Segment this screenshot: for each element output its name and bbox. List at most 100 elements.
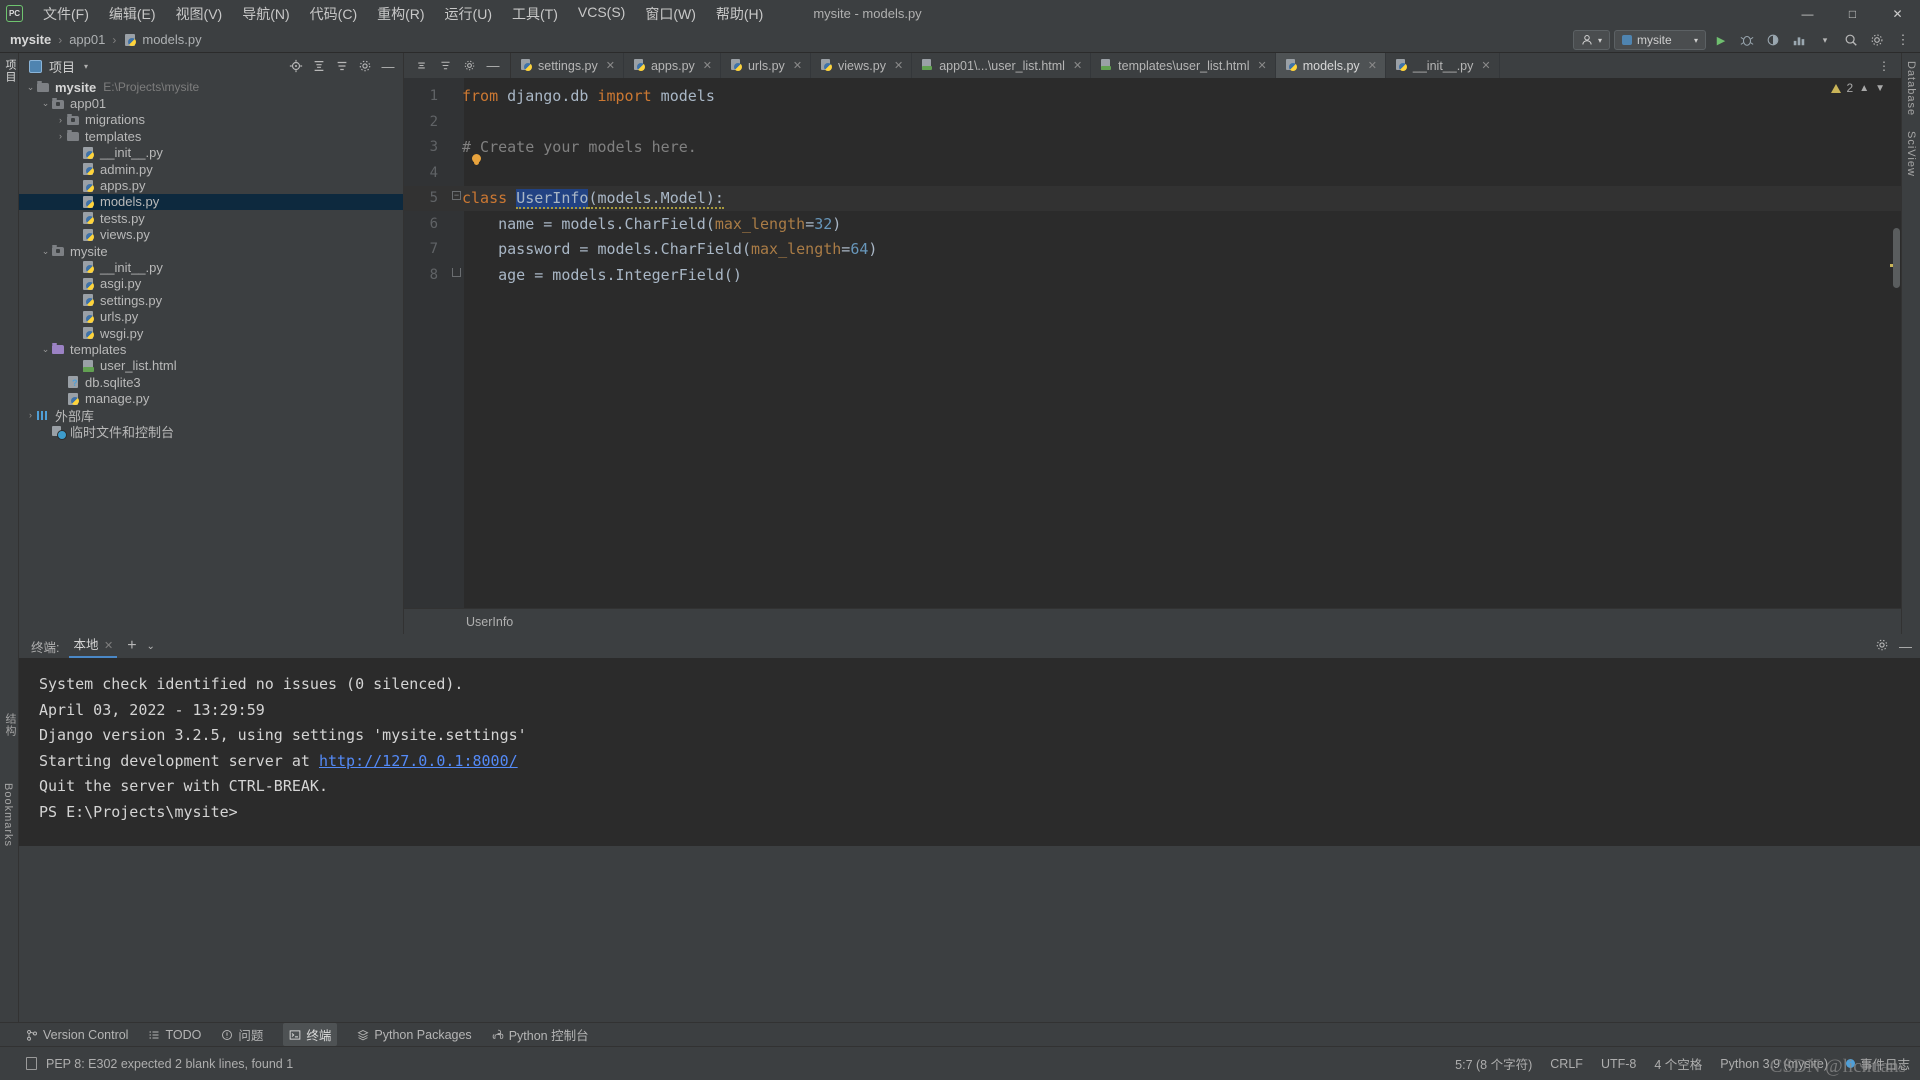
run-configuration-selector[interactable]: mysite ▾ <box>1614 30 1706 50</box>
tree-item-user-list-html[interactable]: user_list.html <box>19 358 403 374</box>
next-problem-icon[interactable]: ▼ <box>1875 83 1885 94</box>
settings-button[interactable] <box>1866 29 1888 51</box>
chevron-down-icon[interactable]: ⌄ <box>147 641 155 652</box>
more-options-button[interactable]: ⋮ <box>1892 29 1914 51</box>
tree-item-templates[interactable]: ⌄templates <box>19 341 403 357</box>
tool-button-todo[interactable]: TODO <box>148 1028 201 1042</box>
chevron-down-icon[interactable]: ▾ <box>84 62 88 71</box>
tree-item---init---py[interactable]: __init__.py <box>19 259 403 275</box>
editor-tab-templates-user-list-html[interactable]: templates\user_list.html✕ <box>1091 53 1276 78</box>
tree-item-db-sqlite3[interactable]: db.sqlite3 <box>19 374 403 390</box>
tree-item-apps-py[interactable]: apps.py <box>19 177 403 193</box>
maximize-button[interactable]: □ <box>1830 0 1875 27</box>
tree-item-mysite[interactable]: ⌄mysite <box>19 243 403 259</box>
menu-item-10[interactable]: 帮助(H) <box>706 1 773 27</box>
close-icon[interactable]: ✕ <box>703 59 712 72</box>
menu-item-0[interactable]: 文件(F) <box>33 1 99 27</box>
tree-item-admin-py[interactable]: admin.py <box>19 161 403 177</box>
tree-item-manage-py[interactable]: manage.py <box>19 390 403 406</box>
tree-item-models-py[interactable]: models.py <box>19 194 403 210</box>
chevron-down-icon[interactable]: ⌄ <box>40 344 51 355</box>
breadcrumb-item-1[interactable]: app01 <box>69 32 105 47</box>
tree-item-mysite[interactable]: ⌄mysiteE:\Projects\mysite <box>19 79 403 95</box>
chevron-right-icon[interactable]: › <box>55 131 66 141</box>
strip-label-bookmarks[interactable]: Bookmarks <box>2 783 14 847</box>
hide-panel-button[interactable]: — <box>377 55 399 77</box>
close-button[interactable]: ✕ <box>1875 0 1920 27</box>
prev-problem-icon[interactable]: ▲ <box>1859 83 1869 94</box>
close-icon[interactable]: ✕ <box>1368 59 1377 72</box>
user-account-button[interactable]: ▾ <box>1573 30 1610 50</box>
editor-tab-apps-py[interactable]: apps.py✕ <box>624 53 721 78</box>
editor-tab-models-py[interactable]: models.py✕ <box>1276 53 1386 78</box>
tool-button-version-control[interactable]: Version Control <box>26 1028 128 1042</box>
run-button[interactable]: ▶ <box>1710 29 1732 51</box>
search-everywhere-button[interactable] <box>1840 29 1862 51</box>
editor-more-button[interactable]: ⋮ <box>1873 55 1895 77</box>
new-terminal-button[interactable]: + <box>127 638 136 654</box>
strip-label-project[interactable]: 项目 <box>2 59 18 83</box>
menu-item-7[interactable]: 工具(T) <box>502 1 568 27</box>
scroll-from-source-button[interactable] <box>285 55 307 77</box>
code-editor[interactable]: 1from django.db import models23# Create … <box>404 78 1901 608</box>
file-encoding[interactable]: UTF-8 <box>1601 1057 1636 1071</box>
editor-tab-views-py[interactable]: views.py✕ <box>811 53 912 78</box>
collapse-all-button[interactable] <box>308 55 330 77</box>
tree-item-app01[interactable]: ⌄app01 <box>19 95 403 111</box>
menu-item-3[interactable]: 导航(N) <box>232 1 299 27</box>
tree-item-views-py[interactable]: views.py <box>19 227 403 243</box>
tree-item-urls-py[interactable]: urls.py <box>19 308 403 324</box>
project-tree[interactable]: ⌄mysiteE:\Projects\mysite⌄app01›migratio… <box>19 79 403 634</box>
caret-position[interactable]: 5:7 (8 个字符) <box>1455 1054 1532 1073</box>
menu-item-8[interactable]: VCS(S) <box>568 1 635 27</box>
tool-button-terminal[interactable]: 终端 <box>283 1023 337 1046</box>
close-icon[interactable]: ✕ <box>1257 59 1266 72</box>
sort-editor-button[interactable] <box>434 55 456 77</box>
terminal-tab-local[interactable]: 本地 ✕ <box>69 634 117 658</box>
inspection-widget[interactable]: 2 ▲ ▼ <box>1831 81 1886 95</box>
editor-settings-button[interactable] <box>458 55 480 77</box>
menu-item-1[interactable]: 编辑(E) <box>99 1 166 27</box>
line-separator[interactable]: CRLF <box>1550 1057 1583 1071</box>
tree-item----[interactable]: ›外部库 <box>19 407 403 423</box>
tree-item-settings-py[interactable]: settings.py <box>19 292 403 308</box>
fold-end-icon[interactable] <box>452 268 461 277</box>
chevron-right-icon[interactable]: › <box>55 115 66 125</box>
breadcrumb-item-0[interactable]: mysite <box>10 32 51 47</box>
fold-collapse-icon[interactable]: − <box>452 191 461 200</box>
menu-item-4[interactable]: 代码(C) <box>300 1 367 27</box>
menu-item-5[interactable]: 重构(R) <box>367 1 434 27</box>
chevron-down-icon[interactable]: ⌄ <box>40 246 51 257</box>
menu-item-6[interactable]: 运行(U) <box>435 1 502 27</box>
indent-setting[interactable]: 4 个空格 <box>1654 1054 1702 1073</box>
tool-button-python-packages[interactable]: Python Packages <box>357 1028 471 1042</box>
tree-item---------[interactable]: 临时文件和控制台 <box>19 423 403 439</box>
terminal-output[interactable]: System check identified no issues (0 sil… <box>19 658 1920 846</box>
tree-item-wsgi-py[interactable]: wsgi.py <box>19 325 403 341</box>
close-icon[interactable]: ✕ <box>1073 59 1082 72</box>
sort-button[interactable] <box>331 55 353 77</box>
tool-button-problems[interactable]: 问题 <box>221 1025 263 1044</box>
debug-button[interactable] <box>1736 29 1758 51</box>
strip-label-structure[interactable]: 结构 <box>2 713 18 737</box>
strip-label-database[interactable]: Database <box>1905 61 1917 116</box>
server-url-link[interactable]: http://127.0.0.1:8000/ <box>319 752 518 770</box>
panel-settings-button[interactable] <box>354 55 376 77</box>
chevron-right-icon[interactable]: › <box>25 410 36 420</box>
menu-item-2[interactable]: 视图(V) <box>166 1 233 27</box>
intention-bulb-icon[interactable] <box>472 154 481 163</box>
editor-tab-urls-py[interactable]: urls.py✕ <box>721 53 811 78</box>
expand-all-editor-button[interactable] <box>410 55 432 77</box>
close-icon[interactable]: ✕ <box>793 59 802 72</box>
close-icon[interactable]: ✕ <box>606 59 615 72</box>
menu-item-9[interactable]: 窗口(W) <box>635 1 706 27</box>
run-with-coverage-button[interactable] <box>1762 29 1784 51</box>
hide-terminal-button[interactable]: — <box>1899 639 1912 654</box>
editor-tab-settings-py[interactable]: settings.py✕ <box>511 53 624 78</box>
terminal-settings-button[interactable] <box>1875 638 1889 655</box>
hide-editor-button[interactable]: — <box>482 55 504 77</box>
close-icon[interactable]: ✕ <box>1481 59 1490 72</box>
tool-button-python-console[interactable]: Python 控制台 <box>492 1025 589 1044</box>
profile-button[interactable] <box>1788 29 1810 51</box>
tree-item-migrations[interactable]: ›migrations <box>19 112 403 128</box>
